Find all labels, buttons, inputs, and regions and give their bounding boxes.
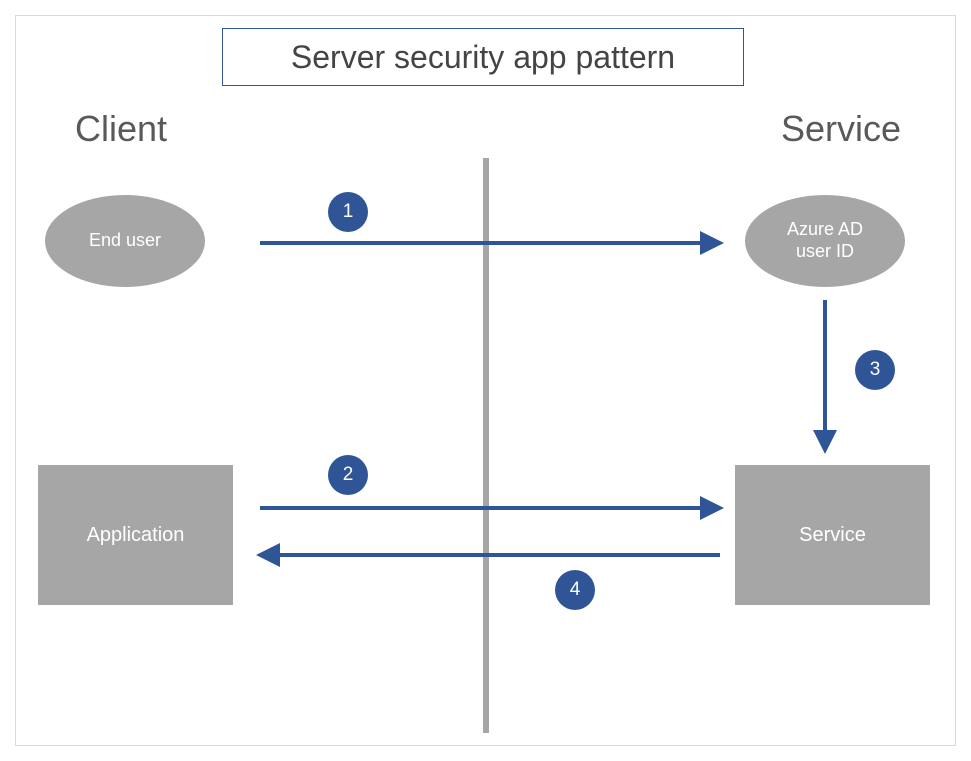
section-label-service: Service	[781, 108, 901, 150]
step-badge-4: 4	[555, 570, 595, 610]
node-azure-ad-label: Azure AD user ID	[787, 219, 863, 262]
step-badge-2: 2	[328, 455, 368, 495]
step-badge-1: 1	[328, 192, 368, 232]
node-application-label: Application	[87, 524, 185, 547]
node-end-user: End user	[45, 195, 205, 287]
node-application: Application	[38, 465, 233, 605]
node-azure-ad: Azure AD user ID	[745, 195, 905, 287]
node-end-user-label: End user	[89, 230, 161, 252]
step-badge-3: 3	[855, 350, 895, 390]
node-service: Service	[735, 465, 930, 605]
diagram-canvas: Server security app pattern Client Servi…	[0, 0, 971, 761]
divider-vertical	[483, 158, 489, 733]
section-label-client: Client	[75, 108, 167, 150]
diagram-title: Server security app pattern	[222, 28, 744, 86]
node-service-label: Service	[799, 524, 866, 547]
